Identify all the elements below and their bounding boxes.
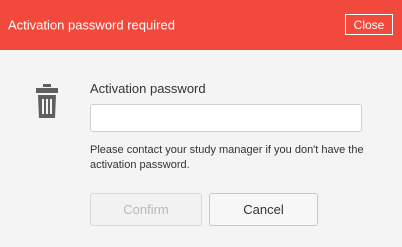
close-button[interactable]: Close xyxy=(345,14,393,35)
cancel-button[interactable]: Cancel xyxy=(209,193,318,226)
activation-password-dialog: Activation password required Close Activ… xyxy=(0,0,402,247)
trash-icon xyxy=(36,84,58,118)
dialog-header: Activation password required Close xyxy=(0,0,402,50)
activation-password-input[interactable] xyxy=(90,104,362,132)
help-text: Please contact your study manager if you… xyxy=(90,144,364,171)
dialog-title: Activation password required xyxy=(8,17,175,33)
activation-password-label: Activation password xyxy=(90,81,206,96)
confirm-button[interactable]: Confirm xyxy=(90,193,202,226)
